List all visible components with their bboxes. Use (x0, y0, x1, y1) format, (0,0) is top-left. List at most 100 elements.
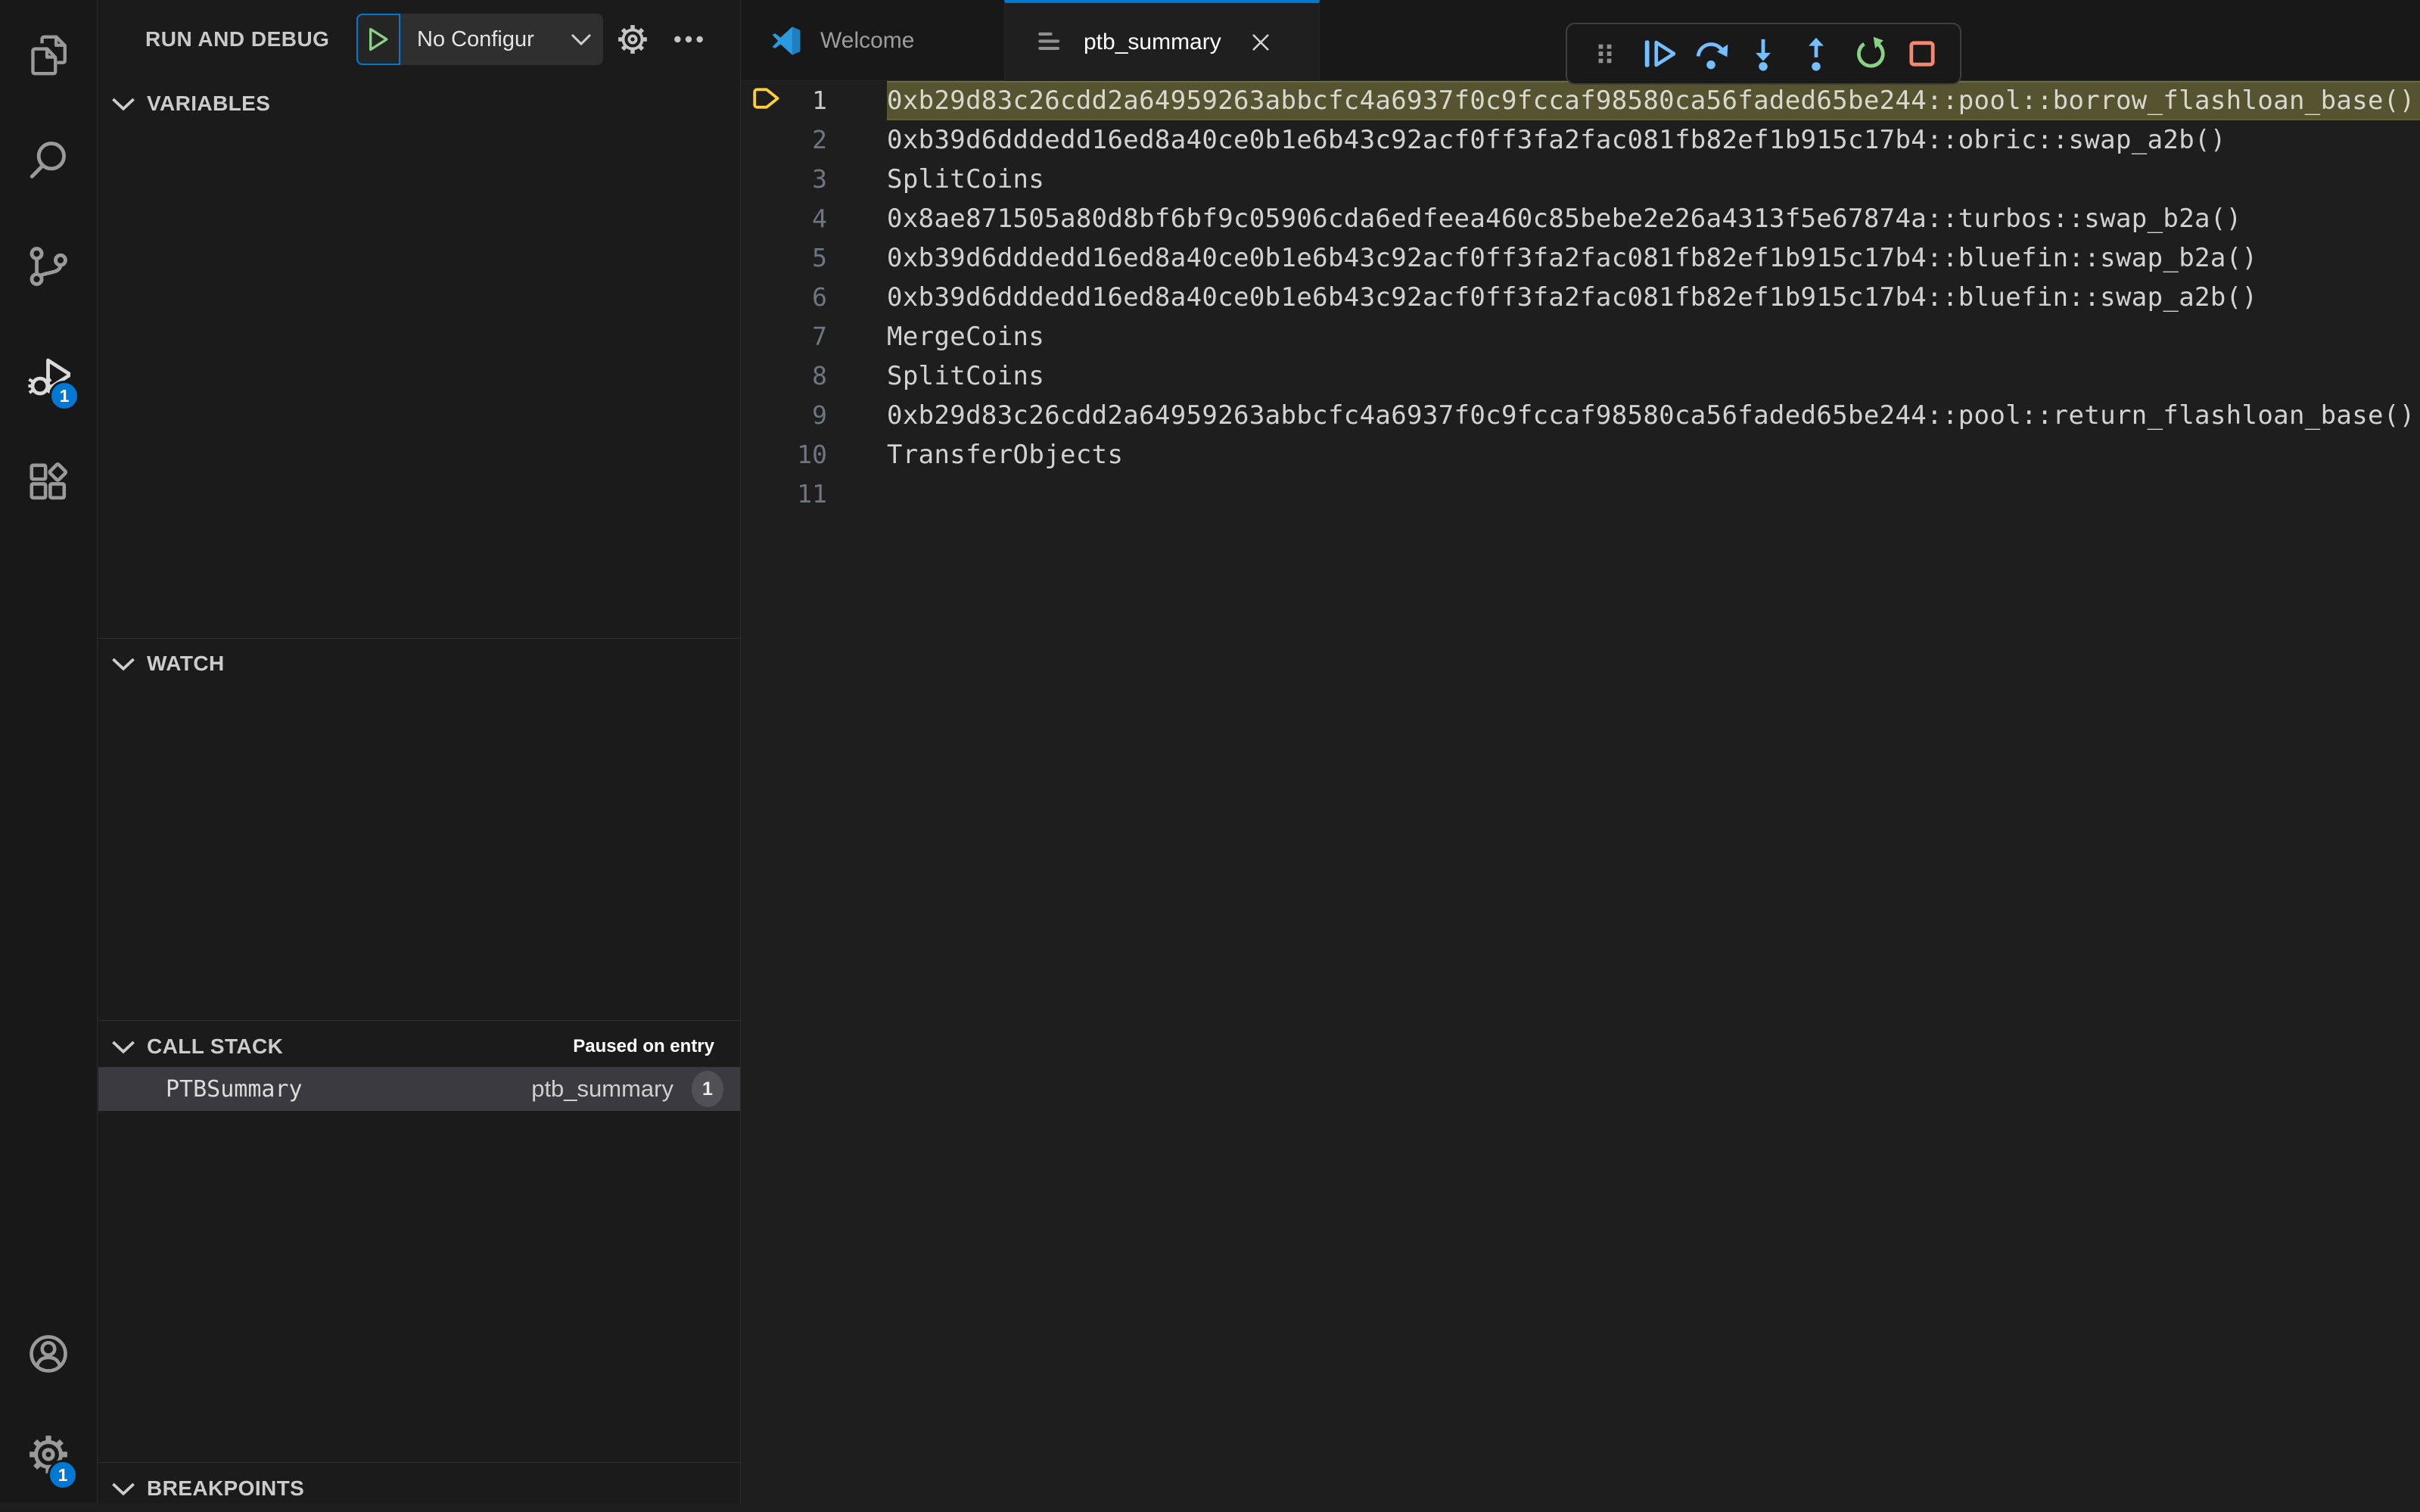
line-gutter[interactable]: 1 (742, 81, 887, 120)
line-number: 6 (742, 278, 827, 317)
call-stack-section-header[interactable]: CALL STACK Paused on entry (98, 1023, 740, 1070)
line-number: 3 (742, 160, 827, 199)
activity-bar: 1 (0, 0, 98, 1503)
tab-label: Welcome (820, 28, 914, 54)
more-actions-icon[interactable] (667, 18, 710, 61)
section-divider (98, 1462, 740, 1463)
line-gutter[interactable]: 4 (742, 199, 887, 238)
line-gutter[interactable]: 2 (742, 120, 887, 160)
stop-button[interactable] (1902, 34, 1942, 73)
call-stack-frame-row[interactable]: PTBSummary ptb_summary 1 (98, 1067, 740, 1111)
tab-ptb-summary[interactable]: ptb_summary (1004, 0, 1320, 81)
vscode-window: 1 (0, 0, 2420, 1503)
line-number: 8 (742, 356, 827, 396)
line-gutter[interactable]: 6 (742, 278, 887, 317)
line-text: 0xb39d6dddedd16ed8a40ce0b1e6b43c92acf0ff… (887, 278, 2420, 317)
line-number: 1 (742, 81, 827, 120)
config-dropdown-label: No Configur (417, 27, 570, 52)
step-out-button[interactable] (1796, 34, 1836, 73)
line-text: MergeCoins (887, 317, 2420, 356)
code-line[interactable]: 1 0xb29d83c26cdd2a64959263abbcfc4a6937f0c… (742, 81, 2420, 120)
sidebar-header: RUN AND DEBUG No Configur (98, 0, 740, 80)
line-number: 10 (742, 435, 827, 474)
extensions-icon[interactable] (26, 460, 70, 504)
sidebar-title: RUN AND DEBUG (145, 27, 329, 51)
line-text: 0xb39d6dddedd16ed8a40ce0b1e6b43c92acf0ff… (887, 120, 2420, 160)
frame-name: PTBSummary (166, 1076, 303, 1103)
search-icon[interactable] (26, 138, 70, 182)
line-gutter[interactable]: 5 (742, 238, 887, 278)
vscode-logo-icon (772, 26, 801, 55)
restart-button[interactable] (1849, 34, 1889, 73)
chevron-down-icon (570, 32, 593, 47)
line-text (887, 474, 2420, 514)
code-line[interactable]: 11 (742, 474, 2420, 514)
line-text: 0xb29d83c26cdd2a64959263abbcfc4a6937f0c9… (887, 396, 2420, 435)
line-number: 7 (742, 317, 827, 356)
settings-gear-icon[interactable]: 1 (26, 1433, 70, 1476)
line-gutter[interactable]: 3 (742, 160, 887, 199)
line-text: 0x8ae871505a80d8bf6bf9c05906cda6edfeea46… (887, 199, 2420, 238)
debug-config-control: No Configur (356, 14, 603, 65)
code-line[interactable]: 7 MergeCoins (742, 317, 2420, 356)
accounts-icon[interactable] (26, 1332, 70, 1376)
watch-section-header[interactable]: WATCH (98, 640, 740, 687)
line-text: SplitCoins (887, 160, 2420, 199)
breakpoints-label: BREAKPOINTS (147, 1476, 304, 1501)
run-and-debug-icon[interactable]: 1 (26, 354, 70, 398)
code-line[interactable]: 5 0xb39d6dddedd16ed8a40ce0b1e6b43c92acf0f… (742, 238, 2420, 278)
code-line[interactable]: 6 0xb39d6dddedd16ed8a40ce0b1e6b43c92acf0f… (742, 278, 2420, 317)
step-into-button[interactable] (1743, 34, 1783, 73)
continue-button[interactable] (1638, 34, 1678, 73)
debug-badge: 1 (49, 381, 79, 411)
watch-label: WATCH (147, 652, 225, 676)
debug-toolbar (1566, 23, 1961, 85)
line-text: SplitCoins (887, 356, 2420, 396)
line-number: 4 (742, 199, 827, 238)
section-divider (98, 1020, 740, 1021)
start-debug-button[interactable] (356, 14, 400, 65)
file-list-icon (1035, 28, 1064, 57)
chevron-down-icon (110, 1479, 136, 1498)
code-line[interactable]: 10 TransferObjects (742, 435, 2420, 474)
chevron-down-icon (110, 1038, 136, 1056)
config-dropdown[interactable]: No Configur (400, 14, 603, 65)
source-control-icon[interactable] (26, 244, 70, 288)
code-line[interactable]: 9 0xb29d83c26cdd2a64959263abbcfc4a6937f0c… (742, 396, 2420, 435)
tab-label: ptb_summary (1084, 30, 1221, 55)
code-line[interactable]: 2 0xb39d6dddedd16ed8a40ce0b1e6b43c92acf0f… (742, 120, 2420, 160)
breakpoints-section-header[interactable]: BREAKPOINTS (98, 1465, 740, 1512)
code-lines: 1 0xb29d83c26cdd2a64959263abbcfc4a6937f0c… (742, 81, 2420, 514)
line-text: TransferObjects (887, 435, 2420, 474)
variables-section-header[interactable]: VARIABLES (98, 80, 740, 127)
line-number: 2 (742, 120, 827, 160)
paused-status: Paused on entry (573, 1036, 714, 1057)
line-gutter[interactable]: 7 (742, 317, 887, 356)
line-gutter[interactable]: 8 (742, 356, 887, 396)
line-gutter[interactable]: 11 (742, 474, 887, 514)
tab-welcome[interactable]: Welcome (742, 0, 1004, 81)
code-line[interactable]: 3 SplitCoins (742, 160, 2420, 199)
chevron-down-icon (110, 95, 136, 113)
close-icon[interactable] (1247, 29, 1274, 56)
frame-badge: 1 (692, 1071, 723, 1107)
line-text: 0xb39d6dddedd16ed8a40ce0b1e6b43c92acf0ff… (887, 238, 2420, 278)
line-gutter[interactable]: 10 (742, 435, 887, 474)
drag-handle-icon[interactable] (1585, 34, 1625, 73)
settings-badge: 1 (48, 1460, 78, 1490)
step-over-button[interactable] (1691, 34, 1731, 73)
line-text: 0xb29d83c26cdd2a64959263abbcfc4a6937f0c9… (887, 81, 2420, 120)
frame-file: ptb_summary (531, 1075, 673, 1103)
debug-settings-gear-icon[interactable] (611, 18, 654, 61)
line-number: 5 (742, 238, 827, 278)
code-line[interactable]: 4 0x8ae871505a80d8bf6bf9c05906cda6edfeea4… (742, 199, 2420, 238)
code-line[interactable]: 8 SplitCoins (742, 356, 2420, 396)
chevron-down-icon (110, 655, 136, 673)
editor-area: Welcome ptb_summary (742, 0, 2420, 1503)
line-number: 11 (742, 474, 827, 514)
explorer-icon[interactable] (26, 33, 70, 77)
call-stack-label: CALL STACK (147, 1034, 283, 1059)
variables-label: VARIABLES (147, 92, 270, 116)
line-number: 9 (742, 396, 827, 435)
line-gutter[interactable]: 9 (742, 396, 887, 435)
